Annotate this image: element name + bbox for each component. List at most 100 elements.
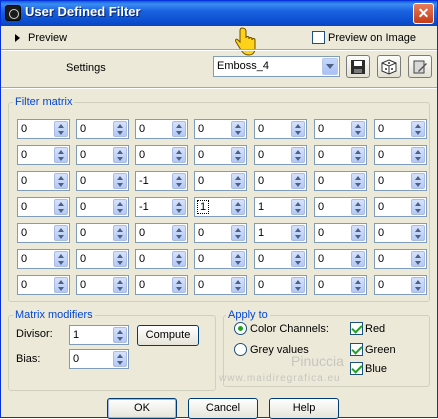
- spinner-arrows-icon[interactable]: [54, 173, 68, 189]
- matrix-cell-spinner[interactable]: 0: [17, 171, 70, 191]
- matrix-cell-spinner[interactable]: 1: [254, 223, 307, 243]
- matrix-cell-spinner[interactable]: 1: [194, 197, 247, 217]
- spinner-arrows-icon[interactable]: [231, 121, 245, 137]
- matrix-cell-spinner[interactable]: 0: [76, 275, 129, 295]
- spinner-arrows-icon[interactable]: [231, 173, 245, 189]
- matrix-cell-spinner[interactable]: 0: [17, 119, 70, 139]
- matrix-cell-spinner[interactable]: 0: [194, 171, 247, 191]
- matrix-cell-spinner[interactable]: 0: [254, 275, 307, 295]
- matrix-cell-spinner[interactable]: 0: [374, 145, 427, 165]
- spinner-arrows-icon[interactable]: [351, 277, 365, 293]
- spinner-arrows-icon[interactable]: [231, 251, 245, 267]
- spinner-arrows-icon[interactable]: [113, 277, 127, 293]
- spinner-arrows-icon[interactable]: [172, 121, 186, 137]
- spinner-arrows-icon[interactable]: [231, 147, 245, 163]
- spinner-arrows-icon[interactable]: [54, 147, 68, 163]
- spinner-arrows-icon[interactable]: [113, 251, 127, 267]
- matrix-cell-spinner[interactable]: 0: [76, 145, 129, 165]
- spinner-arrows-icon[interactable]: [172, 173, 186, 189]
- matrix-cell-spinner[interactable]: 0: [76, 223, 129, 243]
- spinner-arrows-icon[interactable]: [231, 199, 245, 215]
- matrix-cell-spinner[interactable]: 0: [17, 249, 70, 269]
- matrix-cell-spinner[interactable]: 0: [254, 249, 307, 269]
- red-channel-option[interactable]: Red: [350, 322, 385, 335]
- ok-button[interactable]: OK: [107, 398, 177, 419]
- matrix-cell-spinner[interactable]: 0: [254, 171, 307, 191]
- spinner-arrows-icon[interactable]: [172, 199, 186, 215]
- matrix-cell-spinner[interactable]: 0: [314, 275, 367, 295]
- spinner-arrows-icon[interactable]: [291, 225, 305, 241]
- close-button[interactable]: ✕: [413, 3, 434, 24]
- matrix-cell-spinner[interactable]: 0: [135, 223, 188, 243]
- grey-values-radio[interactable]: [234, 343, 247, 356]
- spinner-arrows-icon[interactable]: [411, 199, 425, 215]
- matrix-cell-spinner[interactable]: 0: [374, 249, 427, 269]
- random-preset-button[interactable]: [377, 55, 401, 78]
- spinner-arrows-icon[interactable]: [411, 147, 425, 163]
- spinner-arrows-icon[interactable]: [113, 225, 127, 241]
- color-channels-radio[interactable]: [234, 322, 247, 335]
- spinner-arrows-icon[interactable]: [113, 199, 127, 215]
- spinner-arrows-icon[interactable]: [172, 147, 186, 163]
- spinner-arrows-icon[interactable]: [411, 121, 425, 137]
- matrix-cell-spinner[interactable]: 0: [374, 275, 427, 295]
- spinner-arrows-icon[interactable]: [411, 251, 425, 267]
- spinner-arrows-icon[interactable]: [351, 225, 365, 241]
- spinner-arrows-icon[interactable]: [291, 251, 305, 267]
- spinner-arrows-icon[interactable]: [351, 199, 365, 215]
- preview-on-image-checkbox[interactable]: [312, 31, 325, 44]
- matrix-cell-spinner[interactable]: 0: [76, 197, 129, 217]
- matrix-cell-spinner[interactable]: 1: [254, 197, 307, 217]
- spinner-arrows-icon[interactable]: [54, 251, 68, 267]
- spinner-arrows-icon[interactable]: [411, 277, 425, 293]
- spinner-arrows-icon[interactable]: [54, 277, 68, 293]
- matrix-cell-spinner[interactable]: 0: [314, 197, 367, 217]
- matrix-cell-spinner[interactable]: 0: [194, 249, 247, 269]
- bias-spinner[interactable]: 0: [69, 349, 129, 369]
- spinner-arrows-icon[interactable]: [113, 121, 127, 137]
- matrix-cell-spinner[interactable]: 0: [374, 197, 427, 217]
- matrix-cell-spinner[interactable]: 0: [135, 275, 188, 295]
- matrix-cell-spinner[interactable]: 0: [17, 275, 70, 295]
- matrix-cell-spinner[interactable]: 0: [314, 223, 367, 243]
- matrix-cell-spinner[interactable]: 0: [76, 249, 129, 269]
- spinner-arrows-icon[interactable]: [351, 121, 365, 137]
- spinner-arrows-icon[interactable]: [172, 251, 186, 267]
- matrix-cell-spinner[interactable]: 0: [254, 145, 307, 165]
- spinner-arrows-icon[interactable]: [351, 173, 365, 189]
- blue-channel-option[interactable]: Blue: [350, 362, 387, 375]
- spinner-arrows-icon[interactable]: [291, 173, 305, 189]
- preview-on-image-option[interactable]: Preview on Image: [312, 31, 416, 44]
- edit-preset-button[interactable]: [408, 55, 432, 78]
- matrix-cell-spinner[interactable]: 0: [314, 171, 367, 191]
- spinner-arrows-icon[interactable]: [54, 199, 68, 215]
- spinner-arrows-icon[interactable]: [113, 147, 127, 163]
- matrix-cell-spinner[interactable]: 0: [76, 119, 129, 139]
- matrix-cell-spinner[interactable]: 0: [135, 249, 188, 269]
- save-preset-button[interactable]: [346, 55, 370, 78]
- chevron-down-icon[interactable]: [322, 58, 338, 75]
- preview-expander[interactable]: Preview: [15, 31, 67, 45]
- green-channel-option[interactable]: Green: [350, 343, 396, 356]
- spinner-arrows-icon[interactable]: [411, 173, 425, 189]
- color-channels-option[interactable]: Color Channels:: [234, 322, 329, 335]
- spinner-arrows-icon[interactable]: [172, 225, 186, 241]
- spinner-arrows-icon[interactable]: [172, 277, 186, 293]
- compute-button[interactable]: Compute: [137, 325, 199, 346]
- red-checkbox[interactable]: [350, 322, 363, 335]
- matrix-cell-spinner[interactable]: 0: [314, 145, 367, 165]
- spinner-arrows-icon[interactable]: [54, 225, 68, 241]
- green-checkbox[interactable]: [350, 343, 363, 356]
- spinner-arrows-icon[interactable]: [411, 225, 425, 241]
- matrix-cell-spinner[interactable]: 0: [374, 223, 427, 243]
- matrix-cell-spinner[interactable]: 0: [17, 197, 70, 217]
- matrix-cell-spinner[interactable]: -1: [135, 171, 188, 191]
- spinner-arrows-icon[interactable]: [113, 351, 127, 367]
- matrix-cell-spinner[interactable]: 0: [254, 119, 307, 139]
- matrix-cell-spinner[interactable]: 0: [374, 171, 427, 191]
- spinner-arrows-icon[interactable]: [291, 277, 305, 293]
- matrix-cell-spinner[interactable]: -1: [135, 197, 188, 217]
- cancel-button[interactable]: Cancel: [188, 398, 258, 419]
- spinner-arrows-icon[interactable]: [351, 147, 365, 163]
- matrix-cell-spinner[interactable]: 0: [374, 119, 427, 139]
